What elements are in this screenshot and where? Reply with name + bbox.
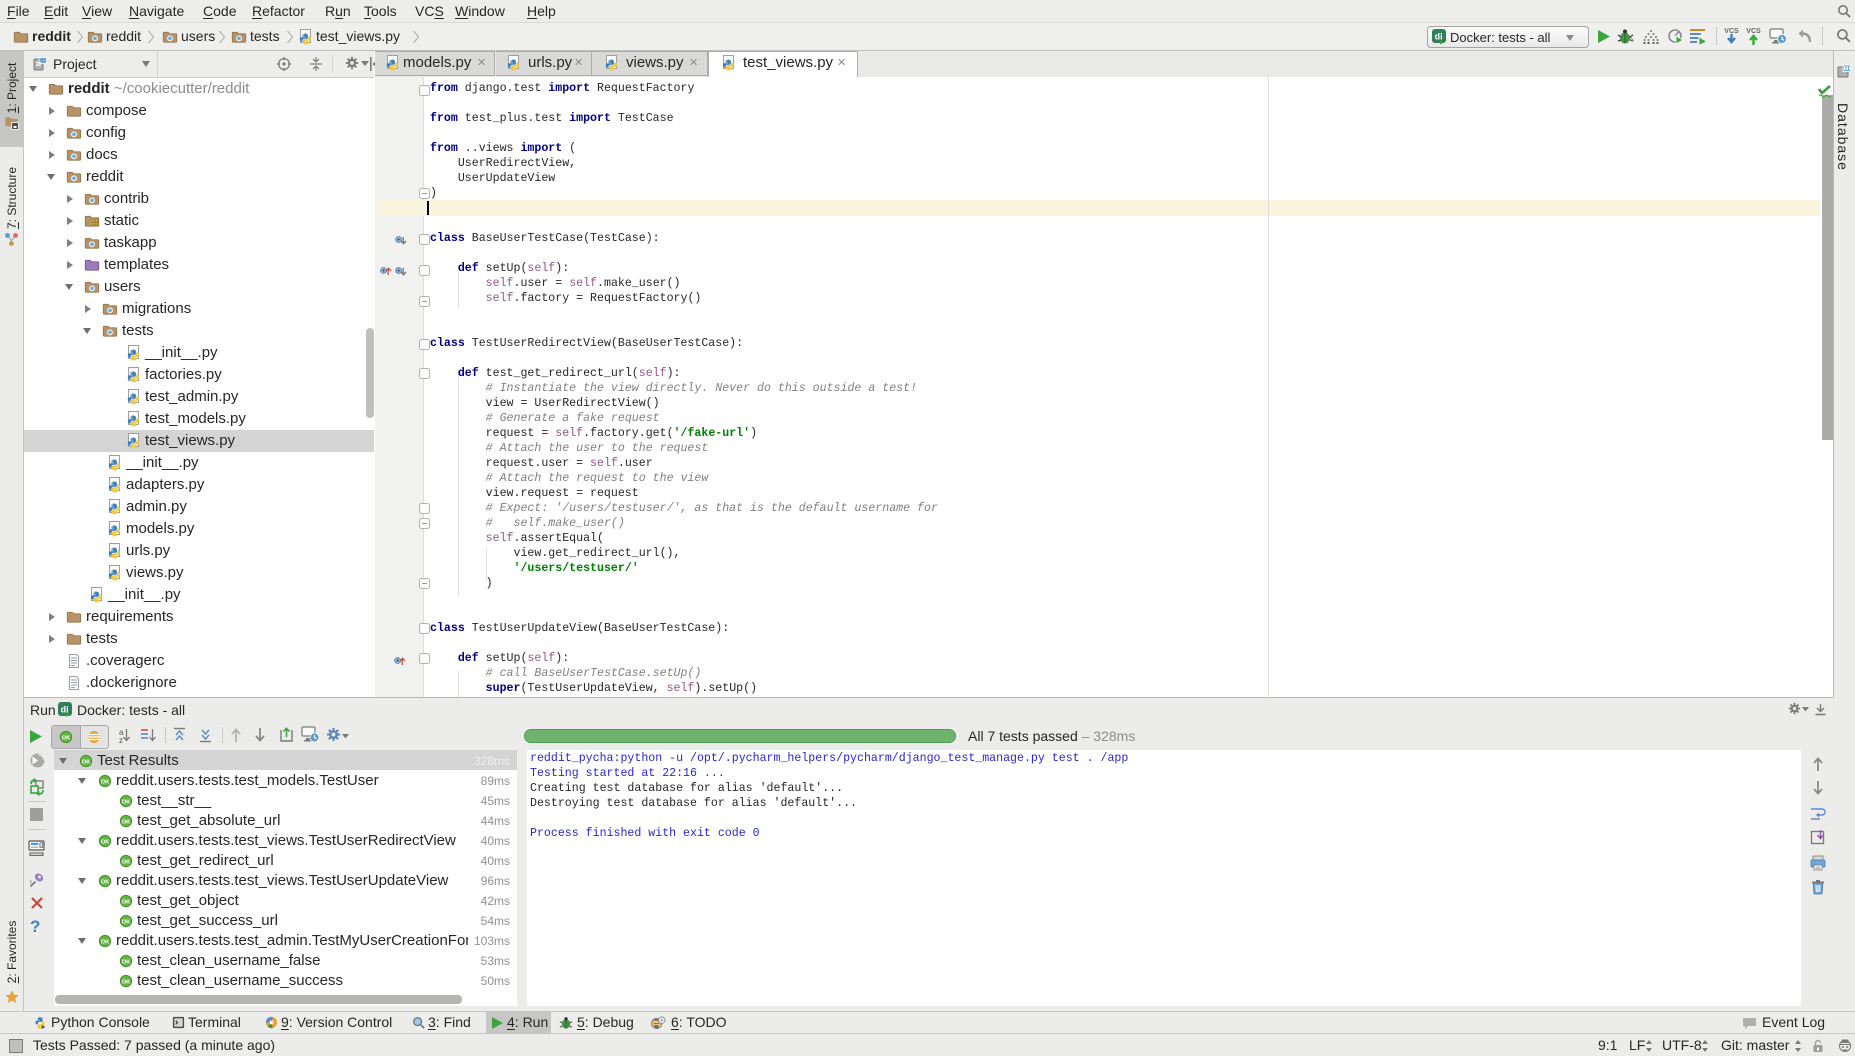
svg-text:z: z [119, 736, 123, 744]
svg-text:VCS: VCS [1746, 28, 1761, 35]
svg-text:VCS: VCS [1724, 28, 1739, 35]
svg-text:di: di [1435, 32, 1443, 42]
svg-text:di: di [61, 705, 69, 715]
